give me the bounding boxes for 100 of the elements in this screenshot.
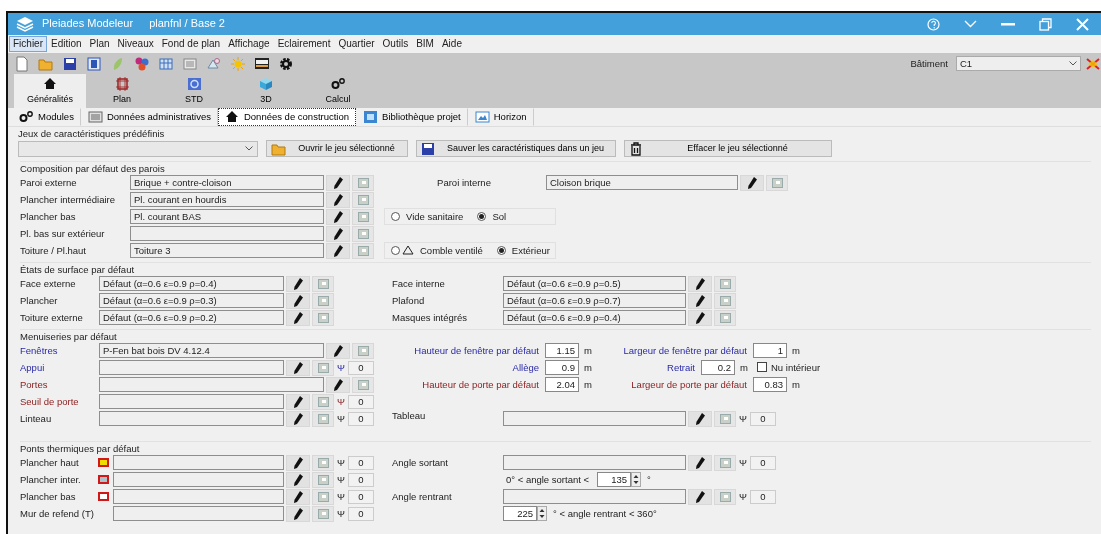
psi-field[interactable]: 0 [348, 506, 374, 521]
text-field[interactable]: Défaut (α=0.6 ε=0.9 ρ=0.4) [503, 310, 686, 325]
text-field[interactable] [113, 506, 284, 521]
new-file-icon[interactable] [14, 55, 30, 72]
main-tab[interactable]: Plan [86, 74, 158, 108]
edit-button[interactable] [688, 488, 712, 505]
edit-button[interactable] [286, 393, 310, 410]
menu-item[interactable]: Aide [437, 36, 466, 52]
text-field[interactable] [503, 489, 686, 504]
text-field[interactable] [99, 360, 284, 375]
sub-tab[interactable]: Données de construction [217, 108, 357, 126]
text-field[interactable]: Pl. courant BAS [130, 209, 324, 224]
close-icon[interactable] [1076, 17, 1089, 31]
radio-option[interactable]: Sol [477, 210, 507, 223]
molecule-icon[interactable] [134, 55, 150, 72]
save-icon[interactable] [62, 55, 78, 72]
edit-button[interactable] [286, 488, 310, 505]
radio-option[interactable]: Comble ventilé [391, 244, 483, 257]
preset-button[interactable]: Sauver les caractéristiques dans un jeu [416, 140, 616, 157]
table-icon[interactable] [158, 55, 174, 72]
text-field[interactable]: Défaut (α=0.6 ε=0.9 ρ=0.2) [99, 310, 284, 325]
text-field[interactable] [99, 377, 324, 392]
preset-button[interactable]: Ouvrir le jeu sélectionné [266, 140, 408, 157]
text-field[interactable]: Toiture 3 [130, 243, 324, 258]
sub-tab[interactable]: Horizon [467, 108, 534, 126]
psi-field[interactable]: 0 [348, 472, 374, 487]
text-field[interactable] [99, 394, 284, 409]
number-field[interactable]: 0.2 [701, 360, 735, 375]
list-icon[interactable] [182, 55, 198, 72]
text-field[interactable]: Défaut (α=0.6 ε=0.9 ρ=0.5) [503, 276, 686, 291]
main-tab[interactable]: Calcul [302, 74, 374, 108]
cross-icon[interactable] [1085, 56, 1101, 71]
text-field[interactable] [130, 226, 324, 241]
edit-button[interactable] [326, 191, 350, 208]
radio-option[interactable]: Extérieur [496, 244, 550, 257]
menu-item[interactable]: Plan [85, 36, 114, 52]
text-field[interactable] [503, 411, 686, 426]
menu-item[interactable]: BIM [412, 36, 438, 52]
edit-button[interactable] [326, 208, 350, 225]
number-field[interactable]: 225 [503, 506, 537, 521]
help-icon[interactable] [927, 17, 940, 31]
number-field[interactable]: 2.04 [545, 377, 579, 392]
edit-button[interactable] [326, 376, 350, 393]
menu-item[interactable]: Fichier [9, 36, 47, 52]
text-field[interactable]: Pl. courant en hourdis [130, 192, 324, 207]
display-icon[interactable] [254, 55, 270, 72]
sub-tab[interactable]: Données administratives [80, 108, 218, 126]
edit-button[interactable] [326, 342, 350, 359]
sub-tab[interactable]: Modules [12, 108, 81, 126]
text-field[interactable] [113, 455, 284, 470]
edit-button[interactable] [688, 410, 712, 427]
edit-button[interactable] [286, 471, 310, 488]
edit-button[interactable] [286, 454, 310, 471]
app-tile-icon[interactable] [86, 55, 102, 72]
menu-item[interactable]: Fond de plan [157, 36, 225, 52]
number-field[interactable]: 1 [753, 343, 787, 358]
edit-button[interactable] [326, 174, 350, 191]
edit-button[interactable] [326, 242, 350, 259]
building-dropdown[interactable]: C1 [956, 56, 1081, 71]
restore-icon[interactable] [1039, 17, 1052, 31]
main-tab[interactable]: STD [158, 74, 230, 108]
number-field[interactable]: 135 [597, 472, 632, 487]
checkbox[interactable]: Nu intérieur [757, 361, 821, 374]
psi-field[interactable]: 0 [348, 489, 374, 504]
psi-field[interactable]: 0 [348, 394, 374, 409]
main-tab[interactable]: 3D [230, 74, 302, 108]
psi-field[interactable]: 0 [750, 489, 776, 504]
text-field[interactable] [113, 489, 284, 504]
main-tab[interactable]: Généralités [14, 74, 86, 108]
number-field[interactable]: 0.83 [753, 377, 787, 392]
menu-item[interactable]: Eclairement [273, 36, 335, 52]
edit-button[interactable] [286, 410, 310, 427]
psi-field[interactable]: 0 [348, 411, 374, 426]
shapes-icon[interactable] [206, 55, 222, 72]
text-field[interactable] [99, 411, 284, 426]
settings-icon[interactable] [278, 55, 294, 72]
psi-field[interactable]: 0 [348, 360, 374, 375]
text-field[interactable]: P-Fen bat bois DV 4.12.4 [99, 343, 324, 358]
edit-button[interactable] [688, 275, 712, 292]
text-field[interactable]: Défaut (α=0.6 ε=0.9 ρ=0.7) [503, 293, 686, 308]
psi-field[interactable]: 0 [750, 411, 776, 426]
preset-button[interactable]: Effacer le jeu sélectionné [624, 140, 832, 157]
menu-item[interactable]: Affichage [224, 36, 274, 52]
edit-button[interactable] [286, 275, 310, 292]
edit-button[interactable] [688, 454, 712, 471]
text-field[interactable]: Brique + contre-cloison [130, 175, 324, 190]
number-field[interactable]: 0.9 [545, 360, 579, 375]
edit-button[interactable] [326, 225, 350, 242]
edit-button[interactable] [286, 359, 310, 376]
menu-item[interactable]: Edition [47, 36, 86, 52]
preset-dropdown[interactable] [18, 140, 258, 157]
menu-item[interactable]: Niveaux [113, 36, 158, 52]
sub-tab[interactable]: Bibliothèque projet [356, 108, 468, 126]
psi-field[interactable]: 0 [750, 455, 776, 470]
edit-button[interactable] [286, 309, 310, 326]
edit-button[interactable] [688, 309, 712, 326]
minimize-icon[interactable] [1001, 22, 1015, 26]
number-field[interactable]: 1.15 [545, 343, 579, 358]
psi-field[interactable]: 0 [348, 455, 374, 470]
edit-button[interactable] [740, 174, 764, 191]
